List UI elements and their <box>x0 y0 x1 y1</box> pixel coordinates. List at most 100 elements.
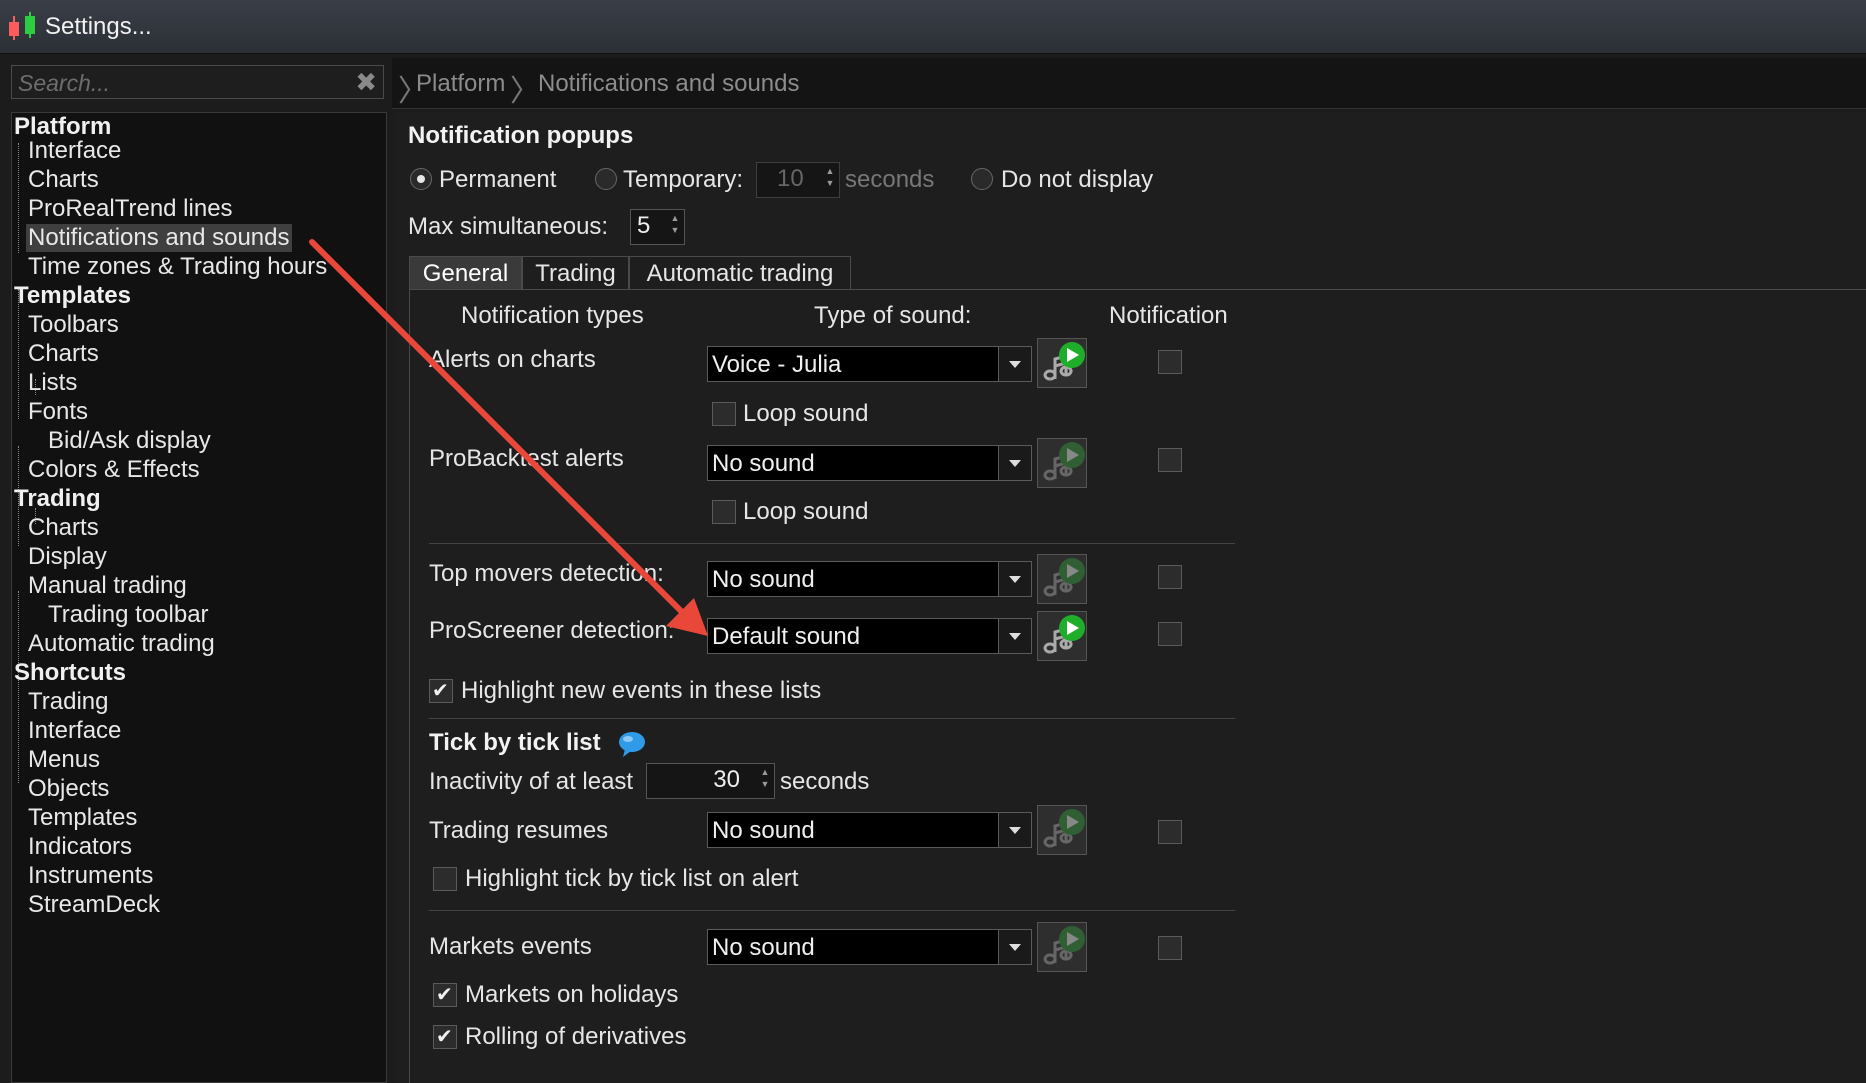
tree-guide-line <box>18 591 19 783</box>
play-sound-button-alerts-on-charts[interactable] <box>1037 338 1087 388</box>
highlight-lists-checkbox[interactable] <box>429 678 453 703</box>
tree-item-template-charts[interactable]: Charts <box>26 340 101 368</box>
sound-select-trading-resumes[interactable]: No sound <box>707 812 1032 848</box>
label-markets-on-holidays: Markets on holidays <box>465 981 679 1008</box>
chevron-down-icon[interactable] <box>998 930 1031 964</box>
tree-item-shortcut-trading[interactable]: Trading <box>26 688 110 716</box>
max-simultaneous-value: 5 <box>637 212 651 239</box>
tree-item-notifications-and-sounds[interactable]: Notifications and sounds <box>26 224 292 252</box>
chevron-down-icon[interactable] <box>998 562 1031 596</box>
tab-automatic-trading[interactable]: Automatic trading <box>629 256 851 290</box>
tree-item-time-zones[interactable]: Time zones & Trading hours <box>26 253 329 281</box>
notify-checkbox-markets-events[interactable] <box>1158 936 1182 960</box>
tree-item-interface[interactable]: Interface <box>26 137 123 165</box>
tree-item-toolbars[interactable]: Toolbars <box>26 311 121 339</box>
search-input[interactable] <box>16 68 350 98</box>
highlight-tick-checkbox[interactable] <box>433 867 457 891</box>
rolling-derivatives-checkbox[interactable] <box>433 1024 457 1049</box>
temporary-seconds-stepper[interactable]: 10 ▲ ▼ <box>756 162 840 198</box>
tree-item-trading-toolbar[interactable]: Trading toolbar <box>46 601 211 629</box>
stepper-arrows[interactable]: ▲ ▼ <box>823 165 837 189</box>
tree-category-templates[interactable]: Templates <box>14 282 131 310</box>
label-top-movers-detection: Top movers detection: <box>429 560 664 587</box>
tree-item-menus[interactable]: Menus <box>26 746 102 774</box>
play-sound-icon <box>1043 926 1085 965</box>
label-highlight-tick: Highlight tick by tick list on alert <box>465 865 799 892</box>
play-sound-button-probacktest[interactable] <box>1037 438 1087 488</box>
title-bar: Settings... <box>0 0 1866 54</box>
tree-item-colors-effects[interactable]: Colors & Effects <box>26 456 202 484</box>
sound-select-value: No sound <box>712 566 815 593</box>
section-title-notification-popups: Notification popups <box>408 122 634 149</box>
tree-item-charts[interactable]: Charts <box>26 166 101 194</box>
tree-item-prorealtrend-lines[interactable]: ProRealTrend lines <box>26 195 235 223</box>
info-bubble-icon[interactable] <box>617 730 647 758</box>
sound-select-value: Default sound <box>712 623 861 650</box>
chevron-down-icon[interactable] <box>998 446 1031 480</box>
label-permanent: Permanent <box>439 166 557 193</box>
tree-item-streamdeck[interactable]: StreamDeck <box>26 891 162 919</box>
tree-category-shortcuts[interactable]: Shortcuts <box>14 659 126 687</box>
play-sound-icon <box>1043 558 1085 597</box>
play-sound-icon <box>1043 809 1085 848</box>
loop-sound-checkbox-alerts-on-charts[interactable] <box>712 402 736 426</box>
sound-select-top-movers[interactable]: No sound <box>707 561 1032 597</box>
radio-permanent[interactable] <box>410 168 432 190</box>
tree-item-manual-trading[interactable]: Manual trading <box>26 572 189 600</box>
play-sound-button-markets-events[interactable] <box>1037 922 1087 972</box>
tree-item-display[interactable]: Display <box>26 543 109 571</box>
play-sound-button-top-movers[interactable] <box>1037 554 1087 604</box>
tab-general[interactable]: General <box>409 256 522 290</box>
chevron-down-icon[interactable] <box>998 347 1031 381</box>
tree-item-lists[interactable]: Lists <box>26 369 79 397</box>
sound-select-markets-events[interactable]: No sound <box>707 929 1032 965</box>
sound-select-proscreener[interactable]: Default sound <box>707 618 1032 654</box>
breadcrumb-platform[interactable]: Platform <box>416 70 505 98</box>
stepper-arrows[interactable]: ▲ ▼ <box>668 212 682 236</box>
play-sound-button-proscreener[interactable] <box>1037 611 1087 661</box>
label-probacktest-alerts: ProBacktest alerts <box>429 445 624 472</box>
max-simultaneous-stepper[interactable]: 5 ▲ ▼ <box>630 209 685 245</box>
notify-checkbox-alerts-on-charts[interactable] <box>1158 350 1182 374</box>
stepper-arrows[interactable]: ▲ ▼ <box>758 766 772 790</box>
sound-select-alerts-on-charts[interactable]: Voice - Julia <box>707 346 1032 382</box>
settings-tree[interactable]: Platform Interface Charts ProRealTrend l… <box>11 112 387 1083</box>
divider <box>429 910 1235 911</box>
label-trading-resumes: Trading resumes <box>429 817 609 844</box>
tree-item-fonts[interactable]: Fonts <box>26 398 90 426</box>
breadcrumb: 〉 Platform 〉 Notifications and sounds <box>392 58 1866 109</box>
tree-item-instruments[interactable]: Instruments <box>26 862 155 890</box>
tree-category-trading[interactable]: Trading <box>14 485 101 513</box>
tree-item-shortcut-templates[interactable]: Templates <box>26 804 139 832</box>
tree-item-bid-ask-display[interactable]: Bid/Ask display <box>46 427 213 455</box>
section-title-tick-by-tick: Tick by tick list <box>429 729 601 756</box>
chevron-down-icon[interactable] <box>998 813 1031 847</box>
notify-checkbox-trading-resumes[interactable] <box>1158 820 1182 844</box>
tree-item-shortcut-interface[interactable]: Interface <box>26 717 123 745</box>
notify-checkbox-proscreener[interactable] <box>1158 622 1182 646</box>
divider <box>429 718 1235 719</box>
sound-select-value: Voice - Julia <box>712 351 842 378</box>
tab-trading[interactable]: Trading <box>522 256 629 290</box>
tree-item-automatic-trading[interactable]: Automatic trading <box>26 630 217 658</box>
tree-item-indicators[interactable]: Indicators <box>26 833 134 861</box>
tree-item-objects[interactable]: Objects <box>26 775 111 803</box>
radio-do-not-display[interactable] <box>971 168 993 190</box>
chevron-down-icon[interactable] <box>998 619 1031 653</box>
label-markets-events: Markets events <box>429 933 592 960</box>
temporary-seconds-value: 10 <box>777 165 804 192</box>
play-sound-button-trading-resumes[interactable] <box>1037 805 1087 855</box>
tree-item-trading-charts[interactable]: Charts <box>26 514 101 542</box>
label-seconds: seconds <box>845 166 935 193</box>
divider <box>429 543 1235 544</box>
label-loop-sound: Loop sound <box>743 400 869 427</box>
clear-icon[interactable]: ✖ <box>355 69 377 95</box>
notify-checkbox-probacktest[interactable] <box>1158 448 1182 472</box>
sound-select-probacktest[interactable]: No sound <box>707 445 1032 481</box>
radio-temporary[interactable] <box>595 168 617 190</box>
breadcrumb-current: Notifications and sounds <box>538 70 800 97</box>
markets-on-holidays-checkbox[interactable] <box>433 982 457 1007</box>
inactivity-stepper[interactable]: 30 ▲ ▼ <box>646 763 775 799</box>
notify-checkbox-top-movers[interactable] <box>1158 565 1182 589</box>
loop-sound-checkbox-probacktest[interactable] <box>712 500 736 524</box>
